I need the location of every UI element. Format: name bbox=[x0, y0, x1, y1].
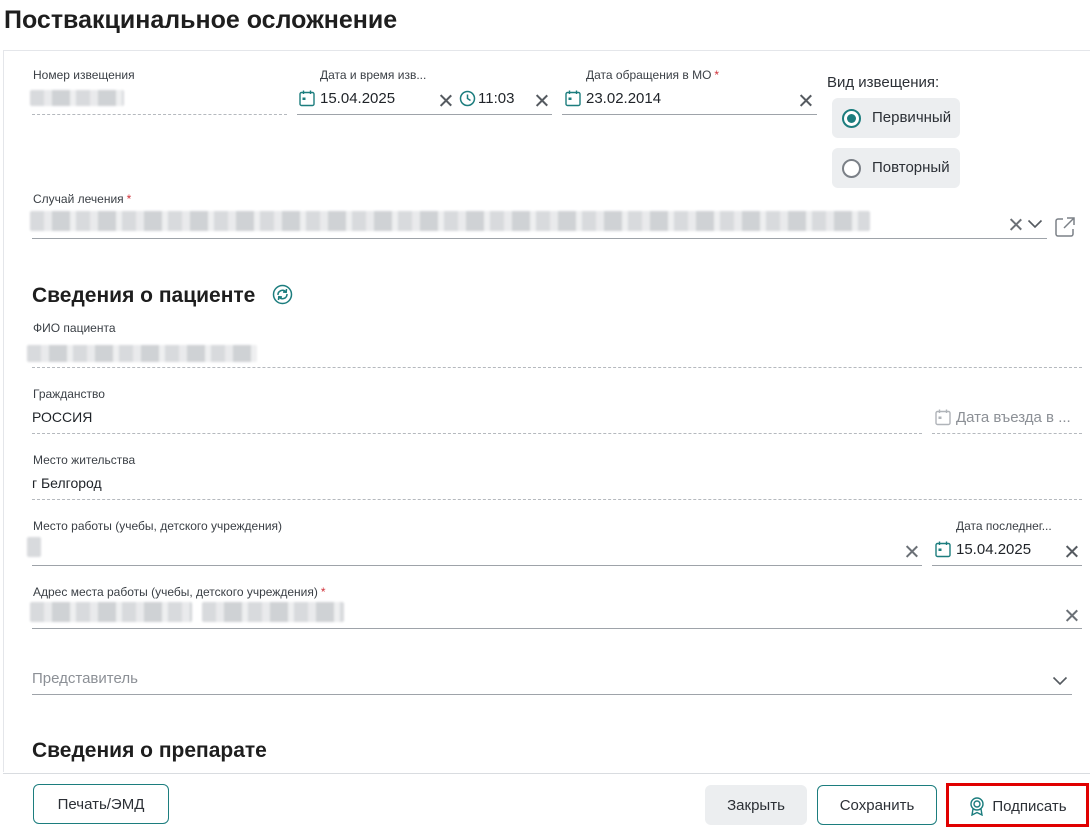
last-date-underline bbox=[932, 565, 1082, 566]
representative-underline bbox=[32, 694, 1072, 695]
visit-date-label: Дата обращения в МО * bbox=[586, 68, 720, 82]
work-address-value-redacted-1[interactable] bbox=[30, 602, 192, 622]
patient-section-title: Сведения о пациенте bbox=[32, 284, 256, 307]
calendar-icon[interactable] bbox=[565, 90, 581, 107]
visit-date-underline bbox=[562, 114, 817, 115]
work-address-label: Адрес места работы (учебы, детского учре… bbox=[33, 585, 326, 599]
work-address-value-redacted-2[interactable] bbox=[202, 602, 344, 622]
last-date-value[interactable]: 15.04.2025 bbox=[956, 541, 1031, 558]
treatment-case-value-redacted[interactable] bbox=[30, 211, 870, 231]
workplace-value-redacted[interactable] bbox=[27, 537, 41, 557]
print-emd-button[interactable]: Печать/ЭМД bbox=[33, 784, 169, 824]
residence-underline bbox=[32, 499, 1082, 500]
clear-workplace-icon[interactable] bbox=[905, 545, 918, 558]
refresh-icon[interactable] bbox=[272, 284, 293, 305]
datetime-date-value[interactable]: 15.04.2025 bbox=[320, 90, 395, 107]
radio-repeat-circle[interactable] bbox=[842, 159, 861, 178]
sign-button-highlight bbox=[946, 783, 1089, 827]
citizenship-label: Гражданство bbox=[33, 387, 105, 401]
datetime-underline bbox=[297, 114, 552, 115]
radio-primary-circle[interactable] bbox=[842, 109, 861, 128]
calendar-icon[interactable] bbox=[935, 541, 951, 558]
radio-primary[interactable]: Первичный bbox=[832, 98, 960, 138]
patient-name-label: ФИО пациента bbox=[33, 321, 116, 335]
clear-treatment-case-icon[interactable] bbox=[1009, 218, 1022, 231]
datetime-label: Дата и время изв... bbox=[320, 68, 427, 82]
citizenship-underline bbox=[32, 433, 922, 434]
notice-number-label: Номер извещения bbox=[33, 68, 135, 82]
notice-type-label: Вид извещения: bbox=[827, 74, 940, 91]
clear-time-icon[interactable] bbox=[535, 94, 548, 107]
clear-last-date-icon[interactable] bbox=[1065, 545, 1078, 558]
notice-number-underline bbox=[32, 114, 287, 115]
representative-placeholder[interactable]: Представитель bbox=[32, 670, 138, 687]
drug-section-title: Сведения о препарате bbox=[32, 739, 267, 762]
external-link-icon[interactable] bbox=[1054, 216, 1076, 238]
work-address-underline bbox=[32, 628, 1082, 629]
citizenship-value: РОССИЯ bbox=[32, 409, 93, 425]
treatment-case-underline bbox=[32, 238, 1047, 239]
notice-number-value-redacted bbox=[30, 90, 124, 106]
residence-value: г Белгород bbox=[32, 475, 102, 491]
visit-date-value[interactable]: 23.02.2014 bbox=[586, 90, 661, 107]
entry-date-underline bbox=[932, 433, 1082, 434]
patient-name-value-redacted bbox=[27, 345, 257, 362]
clock-icon[interactable] bbox=[459, 90, 476, 107]
last-date-label: Дата последнег... bbox=[956, 519, 1052, 533]
residence-label: Место жительства bbox=[33, 453, 136, 467]
clear-date-icon[interactable] bbox=[439, 94, 452, 107]
save-button[interactable]: Сохранить bbox=[817, 785, 937, 825]
calendar-icon[interactable] bbox=[299, 90, 315, 107]
clear-work-address-icon[interactable] bbox=[1065, 609, 1078, 622]
radio-primary-label: Первичный bbox=[872, 109, 952, 126]
page-title: Поствакцинальное осложнение bbox=[4, 6, 398, 34]
workplace-underline bbox=[32, 565, 922, 566]
radio-repeat-label: Повторный bbox=[872, 159, 950, 176]
close-button[interactable]: Закрыть bbox=[705, 785, 807, 825]
patient-name-underline bbox=[32, 367, 1082, 368]
calendar-icon bbox=[935, 409, 951, 426]
workplace-label: Место работы (учебы, детского учреждения… bbox=[33, 519, 283, 533]
clear-visit-date-icon[interactable] bbox=[799, 94, 812, 107]
chevron-down-icon[interactable] bbox=[1052, 676, 1068, 686]
treatment-case-label: Случай лечения * bbox=[33, 192, 132, 206]
entry-date-placeholder: Дата въезда в ... bbox=[956, 409, 1071, 426]
datetime-time-value[interactable]: 11:03 bbox=[478, 90, 514, 107]
chevron-down-icon[interactable] bbox=[1027, 219, 1043, 229]
radio-repeat[interactable]: Повторный bbox=[832, 148, 960, 188]
